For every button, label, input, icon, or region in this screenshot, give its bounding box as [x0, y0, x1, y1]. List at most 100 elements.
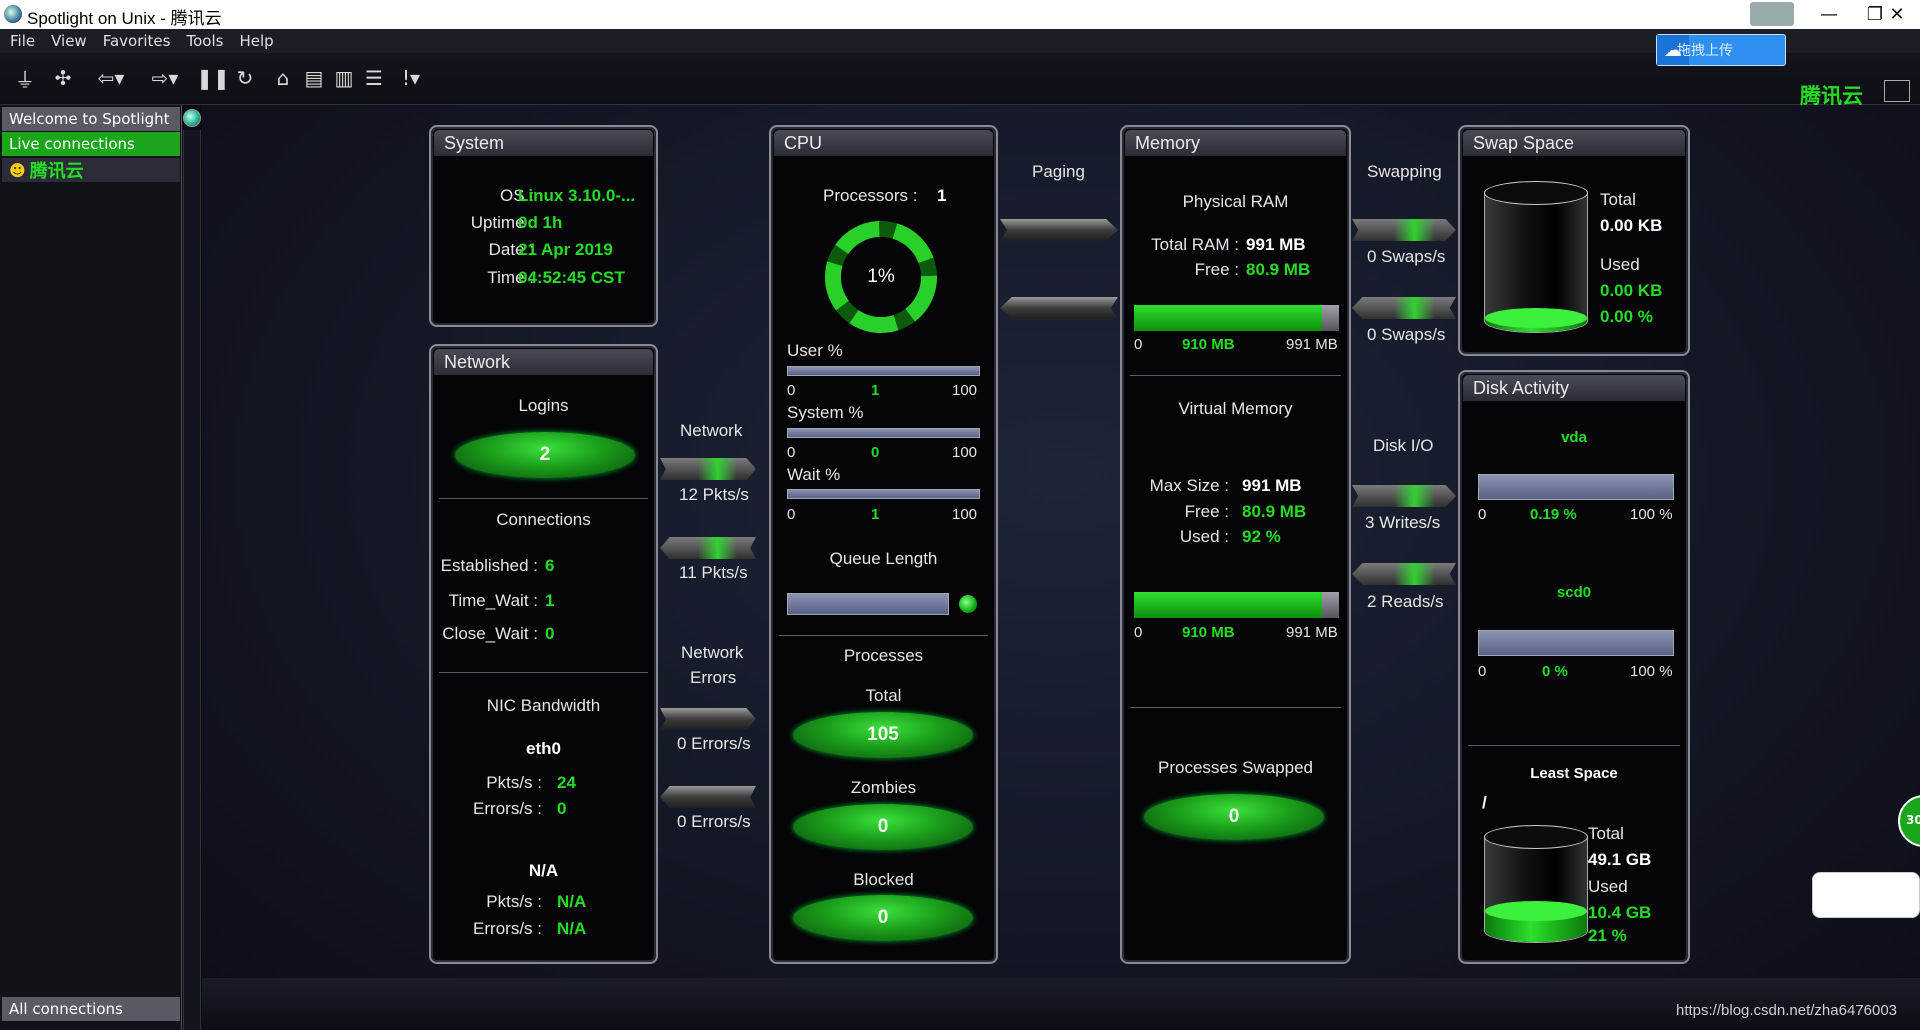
- divider: [439, 672, 648, 673]
- disk-space-cylinder: [1484, 825, 1588, 943]
- forward-icon[interactable]: ⇨▾: [146, 65, 184, 91]
- maxsize-value: 991 MB: [1242, 476, 1302, 495]
- nic2-pkts-label: Pkts/s :: [486, 892, 542, 911]
- virtual-label: Virtual Memory: [1178, 399, 1293, 418]
- disk2-min: 0: [1478, 663, 1487, 680]
- menu-file[interactable]: File: [10, 32, 35, 50]
- tray-icon[interactable]: [1750, 2, 1794, 26]
- user-label: User %: [787, 341, 843, 360]
- zombies-value: 0: [793, 804, 973, 850]
- go-icon[interactable]: [183, 109, 201, 127]
- disconnect-icon[interactable]: ✣: [48, 65, 78, 91]
- minimize-button[interactable]: —: [1806, 0, 1852, 29]
- disk-used-value: 10.4 GB: [1588, 903, 1652, 922]
- nic1-pkts-label: Pkts/s :: [486, 773, 542, 792]
- menu-favorites[interactable]: Favorites: [103, 32, 171, 50]
- sticker-image: [1812, 872, 1920, 918]
- errors-in-rate: 0 Errors/s: [677, 734, 751, 753]
- close-button[interactable]: ✕: [1874, 0, 1920, 29]
- nic1-errors-value: 0: [557, 799, 567, 818]
- swap-used-value: 0.00 KB: [1600, 281, 1663, 300]
- paging-in-pipe: [1000, 219, 1118, 241]
- layout-icon[interactable]: [1884, 80, 1910, 102]
- swap-cylinder: [1484, 181, 1588, 333]
- home-icon[interactable]: ⌂: [270, 65, 296, 91]
- connection-item[interactable]: ☻ 腾讯云: [2, 158, 180, 182]
- menu-tools[interactable]: Tools: [186, 32, 223, 50]
- refresh-icon[interactable]: ↻: [232, 65, 258, 91]
- welcome-item[interactable]: Welcome to Spotlight: [2, 107, 180, 131]
- cylinder-top: [1484, 181, 1588, 205]
- disk-activity-panel[interactable]: Disk Activity vda 0 0.19 % 100 % scd0 0 …: [1458, 370, 1690, 964]
- upload-button[interactable]: ☁ 拖拽上传: [1656, 34, 1786, 66]
- blocked-label: Blocked: [853, 870, 914, 889]
- swapping-title: Swapping: [1367, 162, 1442, 181]
- swap-space-title: Swap Space: [1463, 130, 1685, 156]
- network-errors-title-1: Network: [681, 643, 744, 662]
- bar1-value: 910 MB: [1182, 336, 1235, 353]
- all-connections-item[interactable]: All connections: [2, 997, 180, 1021]
- swapped-label: Processes Swapped: [1158, 758, 1313, 777]
- user-bar: [787, 366, 980, 376]
- user-max: 100: [952, 382, 978, 399]
- system-pct-max: 100: [952, 444, 978, 461]
- connect-icon[interactable]: ⏚: [10, 65, 40, 92]
- established-value: 6: [545, 556, 555, 575]
- menu-help[interactable]: Help: [239, 32, 273, 50]
- free-value: 80.9 MB: [1246, 260, 1311, 279]
- used-value: 92 %: [1242, 527, 1281, 546]
- divider: [439, 498, 648, 499]
- memory-title: Memory: [1125, 130, 1346, 156]
- menu-bar: File View Favorites Tools Help: [0, 29, 1920, 53]
- swap-in-pipe: [1352, 219, 1456, 241]
- nic2-name: N/A: [528, 861, 559, 880]
- swap-cylinder-fill-top: [1485, 308, 1587, 328]
- bar1-min: 0: [1134, 336, 1143, 353]
- virtual-memory-bar: [1134, 592, 1322, 618]
- memory-panel[interactable]: Memory Physical RAM Total RAM : 991 MB F…: [1120, 125, 1351, 964]
- os-value: Linux 3.10.0-...: [518, 186, 636, 205]
- network-in-pipe: [660, 458, 756, 480]
- menu-view[interactable]: View: [51, 32, 87, 50]
- network-in-rate: 12 Pkts/s: [679, 485, 749, 504]
- network-flow-title: Network: [680, 421, 743, 440]
- swap-space-panel[interactable]: Swap Space Total 0.00 KB Used 0.00 KB 0.…: [1458, 125, 1690, 356]
- disk-space-cylinder-fill-top: [1485, 901, 1587, 921]
- cpu-panel[interactable]: CPU Processors : 1 1% User % 0 1 100 Sys…: [769, 125, 998, 964]
- established-label: Established :: [440, 556, 538, 575]
- network-title: Network: [434, 349, 653, 375]
- nic1-name: eth0: [526, 739, 561, 758]
- swap-total-label: Total: [1600, 190, 1636, 209]
- live-connections-item[interactable]: Live connections: [2, 132, 180, 156]
- timewait-value: 1: [545, 591, 555, 610]
- system-panel[interactable]: System OS : Linux 3.10.0-... Uptime : 0d…: [429, 125, 658, 327]
- swap-out-pipe: [1352, 297, 1456, 319]
- nic-label: NIC Bandwidth: [486, 696, 601, 715]
- disk1-min: 0: [1478, 506, 1487, 523]
- pause-icon[interactable]: ❚❚: [196, 65, 230, 91]
- network-out-pipe: [660, 537, 756, 559]
- database-icon[interactable]: ☰: [362, 65, 386, 91]
- disk2-name: scd0: [1556, 584, 1592, 601]
- disk1-name: vda: [1561, 429, 1587, 446]
- processors-value: 1: [937, 186, 947, 205]
- disk-write-pipe: [1352, 485, 1456, 507]
- back-icon[interactable]: ⇦▾: [92, 65, 130, 91]
- processes-label: Processes: [843, 646, 924, 665]
- window-title: Spotlight on Unix - 腾讯云: [27, 9, 222, 28]
- network-panel[interactable]: Network Logins 2 Connections Established…: [429, 344, 658, 964]
- table-icon[interactable]: ▤: [302, 65, 326, 91]
- mount-point: /: [1482, 793, 1487, 812]
- network-errors-title-2: Errors: [690, 668, 737, 687]
- physical-ram-bar-free: [1322, 305, 1339, 331]
- panel-splitter[interactable]: [183, 130, 201, 1030]
- chart-icon[interactable]: ▥: [332, 65, 356, 91]
- blocked-value: 0: [793, 895, 973, 941]
- disk-total-value: 49.1 GB: [1588, 850, 1652, 869]
- bar2-value: 910 MB: [1182, 624, 1235, 641]
- physical-label: Physical RAM: [1182, 192, 1289, 211]
- divider: [1468, 745, 1680, 746]
- network-out-rate: 11 Pkts/s: [679, 563, 748, 582]
- system-pct-value: 0: [871, 444, 880, 461]
- alarm-icon[interactable]: !▾: [396, 65, 426, 91]
